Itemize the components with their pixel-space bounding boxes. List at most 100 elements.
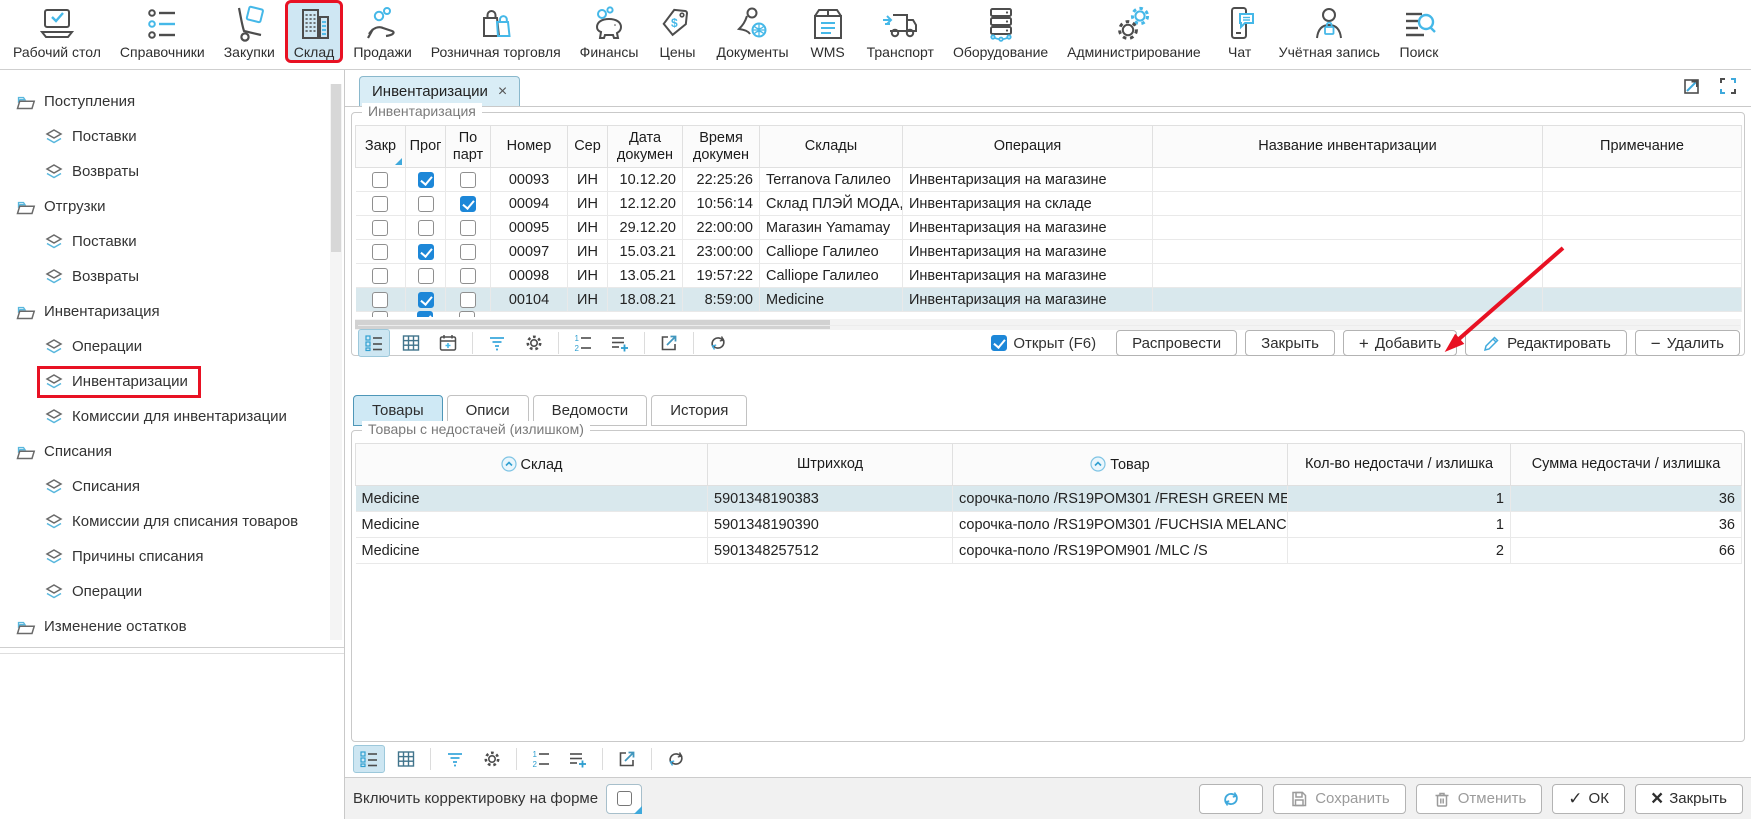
column-header-сумма-недостачи-излишка[interactable]: Сумма недостачи / излишка bbox=[1511, 444, 1742, 486]
закрыть-button[interactable]: Закрыть bbox=[1245, 330, 1335, 356]
list-add-icon[interactable] bbox=[604, 329, 636, 357]
calendar-icon[interactable] bbox=[432, 329, 464, 357]
sidebar-item-возвраты[interactable]: Возвраты bbox=[0, 259, 344, 294]
sidebar-item-причины-списания[interactable]: Причины списания bbox=[0, 539, 344, 574]
tab-close-icon[interactable]: × bbox=[498, 84, 507, 100]
table-row[interactable]: 00098ИН13.05.2119:57:22Calliope ГалилеоИ… bbox=[356, 264, 1742, 288]
posted-checkbox[interactable] bbox=[418, 172, 434, 188]
column-header-склады[interactable]: Склады bbox=[760, 126, 903, 168]
table-row[interactable]: Medicine5901348257512сорочка-поло /RS19P… bbox=[356, 538, 1742, 564]
toolbar-item-retail[interactable]: Розничная торговля bbox=[424, 2, 568, 61]
column-header-операция[interactable]: Операция bbox=[903, 126, 1153, 168]
sidebar-item-комиссии-для-списания-товаров[interactable]: Комиссии для списания товаров bbox=[0, 504, 344, 539]
sidebar-item-поставки[interactable]: Поставки bbox=[0, 224, 344, 259]
settings-icon[interactable] bbox=[518, 329, 550, 357]
column-header-дата-докумен[interactable]: Датадокумен bbox=[608, 126, 683, 168]
refresh-button[interactable] bbox=[1199, 784, 1263, 814]
toolbar-item-search[interactable]: Поиск bbox=[1392, 2, 1446, 61]
распровести-button[interactable]: Распровести bbox=[1116, 330, 1237, 356]
column-header-закр[interactable]: Закр bbox=[356, 126, 406, 168]
sidebar-item-изменение-остатков[interactable]: Изменение остатков bbox=[0, 609, 344, 644]
by-batch-checkbox[interactable] bbox=[460, 172, 476, 188]
posted-checkbox[interactable] bbox=[418, 196, 434, 212]
filter-icon[interactable] bbox=[481, 329, 513, 357]
toolbar-item-warehouse[interactable]: Склад bbox=[287, 2, 342, 61]
column-header-название-инвентаризации[interactable]: Название инвентаризации bbox=[1153, 126, 1543, 168]
filter-icon[interactable] bbox=[439, 745, 471, 773]
by-batch-checkbox[interactable] bbox=[460, 196, 476, 212]
toolbar-item-documents[interactable]: Документы bbox=[709, 2, 795, 61]
column-header-штрихкод[interactable]: Штрихкод bbox=[708, 444, 953, 486]
sidebar-item-операции[interactable]: Операции bbox=[0, 329, 344, 364]
table-row[interactable]: Medicine5901348190383сорочка-поло /RS19P… bbox=[356, 486, 1742, 512]
table-row[interactable]: 00095ИН29.12.2022:00:00Магазин YamamayИн… bbox=[356, 216, 1742, 240]
by-batch-checkbox[interactable] bbox=[460, 220, 476, 236]
fullscreen-icon[interactable] bbox=[1717, 75, 1739, 102]
view-list-icon[interactable] bbox=[353, 745, 385, 773]
sidebar-item-списания[interactable]: Списания bbox=[0, 469, 344, 504]
tab-история[interactable]: История bbox=[651, 395, 747, 426]
sidebar-item-возвраты[interactable]: Возвраты bbox=[0, 154, 344, 189]
tab-inventories[interactable]: Инвентаризации × bbox=[359, 76, 520, 106]
sidebar-item-поступления[interactable]: Поступления bbox=[0, 84, 344, 119]
by-batch-checkbox[interactable] bbox=[459, 311, 475, 317]
toolbar-item-wms[interactable]: WMS bbox=[801, 2, 855, 61]
toolbar-item-admin[interactable]: Администрирование bbox=[1060, 2, 1208, 61]
export-icon[interactable] bbox=[653, 329, 685, 357]
column-header-товар[interactable]: Товар bbox=[953, 444, 1288, 486]
column-header-по-парт[interactable]: Попарт bbox=[446, 126, 491, 168]
popout-icon[interactable] bbox=[1681, 75, 1703, 102]
open-f6-checkbox[interactable] bbox=[991, 335, 1007, 351]
sidebar-item-инвентаризации[interactable]: Инвентаризации bbox=[0, 364, 344, 399]
column-header-номер[interactable]: Номер bbox=[491, 126, 568, 168]
column-header-сер[interactable]: Сер bbox=[568, 126, 608, 168]
сохранить-button[interactable]: Сохранить bbox=[1273, 784, 1406, 814]
column-header-прог[interactable]: Прог bbox=[406, 126, 446, 168]
toolbar-item-purchases[interactable]: Закупки bbox=[217, 2, 282, 61]
отменить-button[interactable]: Отменить bbox=[1416, 784, 1543, 814]
by-batch-checkbox[interactable] bbox=[460, 268, 476, 284]
reload-icon[interactable] bbox=[702, 329, 734, 357]
numbered-list-icon[interactable]: 12 bbox=[525, 745, 557, 773]
toolbar-item-catalog[interactable]: Справочники bbox=[113, 2, 212, 61]
column-header-время-докумен[interactable]: Времядокумен bbox=[683, 126, 760, 168]
toolbar-item-sales[interactable]: Продажи bbox=[346, 2, 418, 61]
toolbar-item-account[interactable]: Учётная запись bbox=[1272, 2, 1387, 61]
closed-checkbox[interactable] bbox=[372, 311, 388, 317]
adjust-checkbox-box[interactable] bbox=[617, 791, 632, 806]
column-header-склад[interactable]: Склад bbox=[356, 444, 708, 486]
sidebar-item-списания[interactable]: Списания bbox=[0, 434, 344, 469]
closed-checkbox[interactable] bbox=[372, 220, 388, 236]
sidebar-scrollbar-thumb[interactable] bbox=[331, 84, 341, 252]
toolbar-item-chat[interactable]: Чат bbox=[1213, 2, 1267, 61]
sidebar-scrollbar[interactable] bbox=[330, 84, 342, 640]
sidebar-item-инвентаризация[interactable]: Инвентаризация bbox=[0, 294, 344, 329]
closed-checkbox[interactable] bbox=[372, 268, 388, 284]
sidebar-item-операции[interactable]: Операции bbox=[0, 574, 344, 609]
toolbar-item-finance[interactable]: Финансы bbox=[573, 2, 646, 61]
reload-icon[interactable] bbox=[660, 745, 692, 773]
ок-button[interactable]: ✓ОК bbox=[1552, 784, 1625, 814]
toolbar-item-transport[interactable]: Транспорт bbox=[860, 2, 941, 61]
table-row[interactable]: 00097ИН15.03.2123:00:00Calliope ГалилеоИ… bbox=[356, 240, 1742, 264]
закрыть-button[interactable]: ×Закрыть bbox=[1635, 784, 1743, 814]
posted-checkbox[interactable] bbox=[418, 292, 434, 308]
view-list-icon[interactable] bbox=[358, 329, 390, 357]
редактировать-button[interactable]: Редактировать bbox=[1465, 330, 1627, 356]
posted-checkbox[interactable] bbox=[418, 244, 434, 260]
numbered-list-icon[interactable]: 12 bbox=[567, 329, 599, 357]
posted-checkbox[interactable] bbox=[418, 268, 434, 284]
sidebar-item-комиссии-для-инвентаризации[interactable]: Комиссии для инвентаризации bbox=[0, 399, 344, 434]
by-batch-checkbox[interactable] bbox=[460, 244, 476, 260]
sidebar-item-поставки[interactable]: Поставки bbox=[0, 119, 344, 154]
toolbar-item-desktop[interactable]: Рабочий стол bbox=[6, 2, 108, 61]
list-add-icon[interactable] bbox=[562, 745, 594, 773]
export-icon[interactable] bbox=[611, 745, 643, 773]
closed-checkbox[interactable] bbox=[372, 196, 388, 212]
удалить-button[interactable]: −Удалить bbox=[1635, 330, 1740, 356]
column-header-примечание[interactable]: Примечание bbox=[1543, 126, 1742, 168]
sidebar-item-отгрузки[interactable]: Отгрузки bbox=[0, 189, 344, 224]
table-row[interactable]: 00094ИН12.12.2010:56:14Склад ПЛЭЙ МОДА, … bbox=[356, 192, 1742, 216]
posted-checkbox[interactable] bbox=[417, 311, 433, 317]
view-grid-icon[interactable] bbox=[395, 329, 427, 357]
